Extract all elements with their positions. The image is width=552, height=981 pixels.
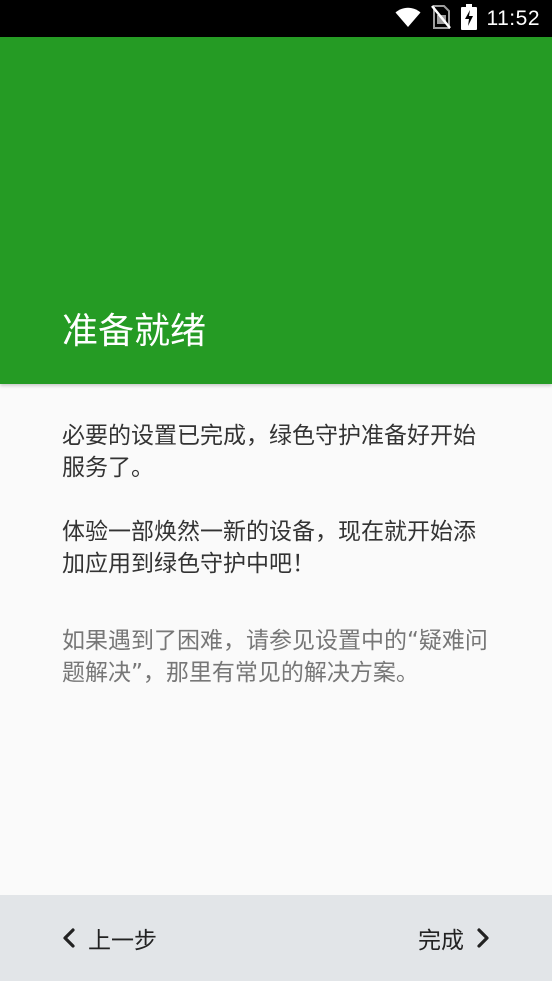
finish-button-label: 完成 [418,928,464,954]
chevron-left-icon [62,928,76,948]
chevron-right-icon [476,928,490,948]
main-content: 必要的设置已完成，绿色守护准备好开始服务了。 体验一部焕然一新的设备，现在就开始… [62,420,492,689]
status-icons: 11:52 [395,0,541,37]
back-button[interactable]: 上一步 [62,895,157,981]
header-banner: 准备就绪 [0,37,552,384]
help-text: 如果遇到了困难，请参见设置中的“疑难问题解决”，那里有常见的解决方案。 [62,628,488,686]
finish-button[interactable]: 完成 [418,895,490,981]
status-time: 11:52 [486,6,540,30]
back-button-label: 上一步 [88,928,157,954]
setup-complete-text: 必要的设置已完成，绿色守护准备好开始服务了。 [62,423,476,481]
get-started-text: 体验一部焕然一新的设备，现在就开始添加应用到绿色守护中吧！ [62,519,476,577]
status-bar: 11:52 [0,0,552,37]
footer-nav: 上一步 完成 [0,895,552,981]
page-title: 准备就绪 [62,311,207,352]
no-sim-icon [430,4,451,33]
wifi-icon [395,6,421,32]
battery-charging-icon [460,3,477,34]
